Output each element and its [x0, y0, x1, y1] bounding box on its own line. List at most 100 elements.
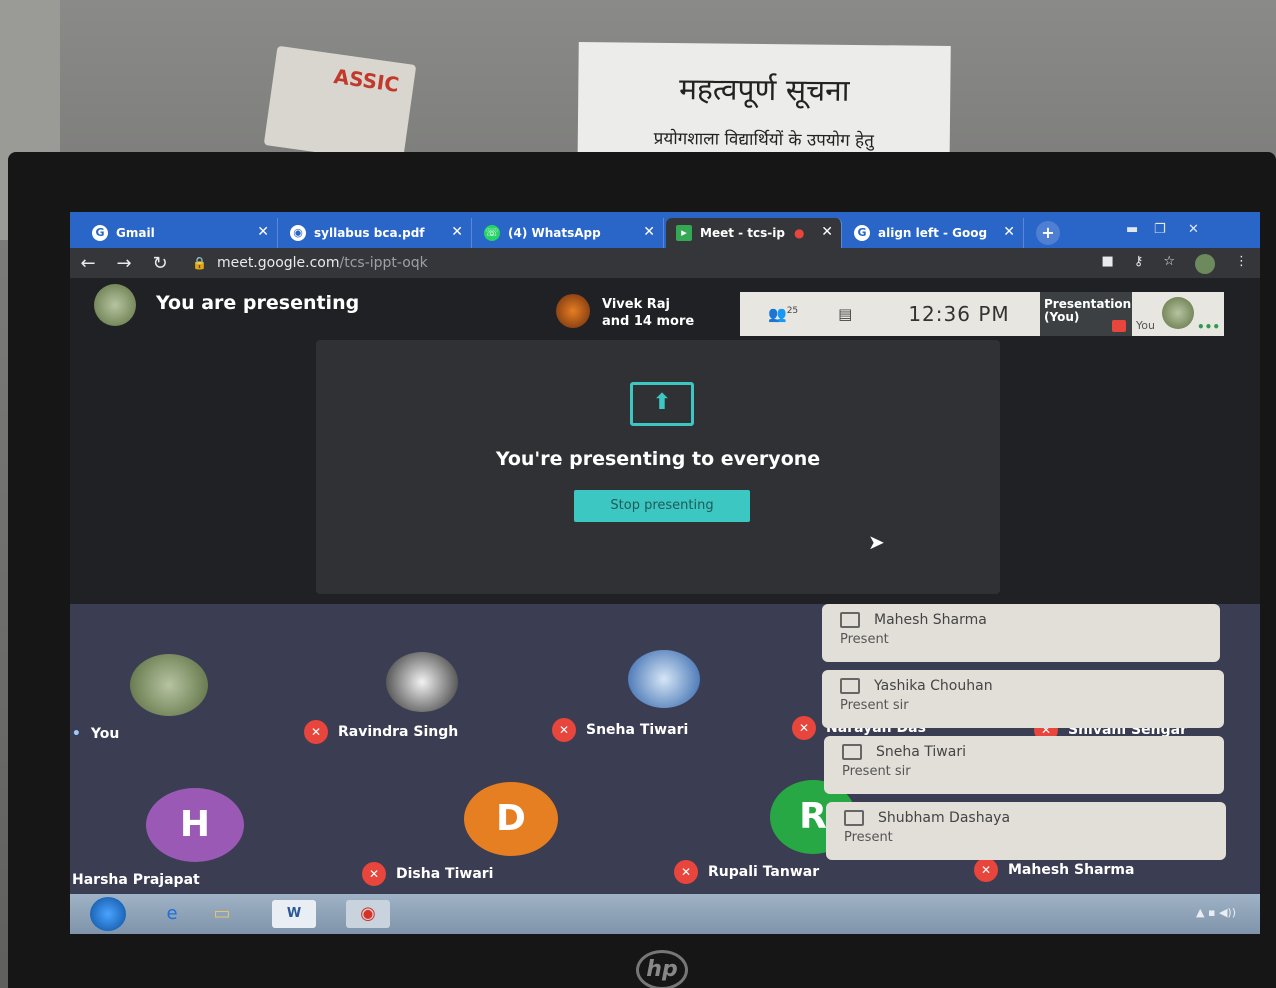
- participant-name: Harsha Prajapat: [72, 872, 200, 888]
- more-options-icon[interactable]: •••: [70, 726, 81, 742]
- word-icon[interactable]: W: [272, 900, 316, 928]
- self-label: You: [1136, 319, 1155, 332]
- hp-logo-icon: hp: [636, 950, 688, 988]
- participant-harsha[interactable]: ✕ Harsha Prajapat: [70, 868, 200, 892]
- chat-message: Present: [844, 830, 893, 845]
- stop-presenting-button[interactable]: Stop presenting: [574, 490, 750, 522]
- mic-off-icon: ✕: [362, 862, 386, 886]
- url-path: /tcs-ippt-oqk: [339, 255, 428, 271]
- recording-icon: ●: [794, 226, 805, 240]
- chat-toast[interactable]: Shubham Dashaya Present: [826, 802, 1226, 860]
- tab-label: Gmail: [116, 226, 155, 240]
- chat-message: Present sir: [842, 764, 911, 779]
- participant-you[interactable]: ••• You: [70, 726, 119, 742]
- meet-controls: 👥25 ▤ 12:36 PM: [740, 292, 1040, 336]
- chat-sender: Shubham Dashaya: [878, 810, 1011, 826]
- avatar: [130, 654, 208, 716]
- participant-name: Disha Tiwari: [396, 866, 494, 882]
- restore-icon[interactable]: ❐: [1154, 222, 1166, 237]
- others-line1: Vivek Raj: [602, 297, 670, 312]
- chat-icon: [840, 678, 860, 694]
- mic-off-icon: ✕: [974, 858, 998, 882]
- more-options-icon[interactable]: •••: [1197, 320, 1220, 334]
- participant-rupali[interactable]: ✕ Rupali Tanwar: [674, 860, 819, 884]
- close-icon[interactable]: ✕: [257, 224, 269, 240]
- address-bar-actions: ■ ⚷ ☆ ⋮: [1102, 254, 1248, 274]
- tab-syllabus[interactable]: ◉ syllabus bca.pdf ✕: [280, 218, 472, 248]
- google-icon: G: [854, 225, 870, 241]
- close-icon[interactable]: ✕: [1003, 224, 1015, 240]
- url-field[interactable]: meet.google.com/tcs-ippt-oqk: [217, 255, 428, 271]
- tab-label: (4) WhatsApp: [508, 226, 601, 240]
- browser-tab-bar: G Gmail ✕ ◉ syllabus bca.pdf ✕ ☏ (4) Wha…: [70, 212, 1260, 248]
- whatsapp-icon: ☏: [484, 225, 500, 241]
- taskbar: e ▭ W ◉ ▲ ▪ ◀)): [70, 894, 1260, 934]
- key-icon[interactable]: ⚷: [1134, 254, 1144, 274]
- chat-icon[interactable]: ▤: [838, 305, 852, 323]
- others-line2: and 14 more: [602, 314, 695, 329]
- chrome-icon[interactable]: ◉: [346, 900, 390, 928]
- participant-name: Sneha Tiwari: [586, 722, 689, 738]
- avatar: [1162, 297, 1194, 329]
- presentation-tile[interactable]: Presentation (You): [1040, 292, 1132, 336]
- participant-disha[interactable]: ✕ Disha Tiwari: [362, 862, 493, 886]
- presenting-message: You're presenting to everyone: [495, 448, 821, 470]
- tab-whatsapp[interactable]: ☏ (4) WhatsApp ✕: [474, 218, 664, 248]
- profile-avatar[interactable]: [1195, 254, 1215, 274]
- participant-ravindra[interactable]: ✕ Ravindra Singh: [304, 720, 458, 744]
- mic-off-icon: [1112, 320, 1126, 332]
- avatar: [386, 652, 458, 712]
- close-icon[interactable]: ✕: [643, 224, 655, 240]
- mic-off-icon: ✕: [792, 716, 816, 740]
- participant-name: Mahesh Sharma: [1008, 862, 1135, 878]
- tab-align-left[interactable]: G align left - Google ✕: [844, 218, 1024, 248]
- camera-icon[interactable]: ■: [1102, 254, 1114, 274]
- meet-icon: ▸: [676, 225, 692, 241]
- participant-sneha[interactable]: ✕ Sneha Tiwari: [552, 718, 688, 742]
- reload-icon[interactable]: ↻: [142, 253, 178, 274]
- forward-icon[interactable]: →: [106, 253, 142, 274]
- address-bar: ← → ↻ 🔒 meet.google.com/tcs-ippt-oqk ■ ⚷…: [70, 248, 1260, 278]
- google-icon: G: [92, 225, 108, 241]
- monitor-screen: G Gmail ✕ ◉ syllabus bca.pdf ✕ ☏ (4) Wha…: [70, 212, 1260, 934]
- star-icon[interactable]: ☆: [1163, 254, 1175, 274]
- presentation-panel: ⬆ You're presenting to everyone Stop pre…: [316, 340, 1000, 594]
- avatar-h: H: [146, 788, 244, 862]
- tab-gmail[interactable]: G Gmail ✕: [82, 218, 278, 248]
- tab-label: align left - Google: [878, 226, 988, 240]
- window-close-icon[interactable]: ✕: [1188, 222, 1199, 237]
- chat-icon: [842, 744, 862, 760]
- chat-toast[interactable]: Yashika Chouhan Present sir: [822, 670, 1224, 728]
- people-count: 25: [786, 306, 799, 316]
- system-tray-icon[interactable]: ▲ ▪ ◀)): [1196, 906, 1236, 919]
- tab-label: syllabus bca.pdf: [314, 226, 425, 240]
- photo-frame: ASSIC महत्वपूर्ण सूचना प्रयोगशाला विद्या…: [0, 0, 1276, 988]
- people-icon[interactable]: 👥25: [768, 305, 798, 323]
- meet-header: You are presenting Vivek Raj and 14 more…: [70, 278, 1260, 340]
- mic-off-icon: ✕: [674, 860, 698, 884]
- participant-mahesh[interactable]: ✕ Mahesh Sharma: [974, 858, 1134, 882]
- close-icon[interactable]: ✕: [821, 224, 833, 240]
- participant-name: Rupali Tanwar: [708, 864, 820, 880]
- chat-toast[interactable]: Sneha Tiwari Present sir: [824, 736, 1224, 794]
- minimize-icon[interactable]: ▬: [1126, 222, 1138, 237]
- present-screen-icon: ⬆: [630, 382, 694, 426]
- self-tile[interactable]: You •••: [1132, 292, 1224, 336]
- chat-sender: Yashika Chouhan: [874, 678, 993, 694]
- folder-icon[interactable]: ▭: [200, 900, 244, 928]
- chat-icon: [840, 612, 860, 628]
- chat-sender: Sneha Tiwari: [876, 744, 966, 760]
- notice-heading: महत्वपूर्ण सूचना: [678, 72, 850, 109]
- back-icon[interactable]: ←: [70, 253, 106, 274]
- presenting-title: You are presenting: [156, 292, 360, 314]
- tab-meet[interactable]: ▸ Meet - tcs-ipp ● ✕: [666, 218, 842, 248]
- menu-icon[interactable]: ⋮: [1235, 254, 1248, 274]
- close-icon[interactable]: ✕: [451, 224, 463, 240]
- chat-toast[interactable]: Mahesh Sharma Present: [822, 604, 1220, 662]
- new-tab-button[interactable]: +: [1036, 221, 1060, 245]
- internet-explorer-icon[interactable]: e: [150, 900, 194, 928]
- chat-icon: [844, 810, 864, 826]
- windows-start-icon[interactable]: [90, 897, 126, 931]
- chat-sender: Mahesh Sharma: [874, 612, 987, 628]
- mic-off-icon: ✕: [552, 718, 576, 742]
